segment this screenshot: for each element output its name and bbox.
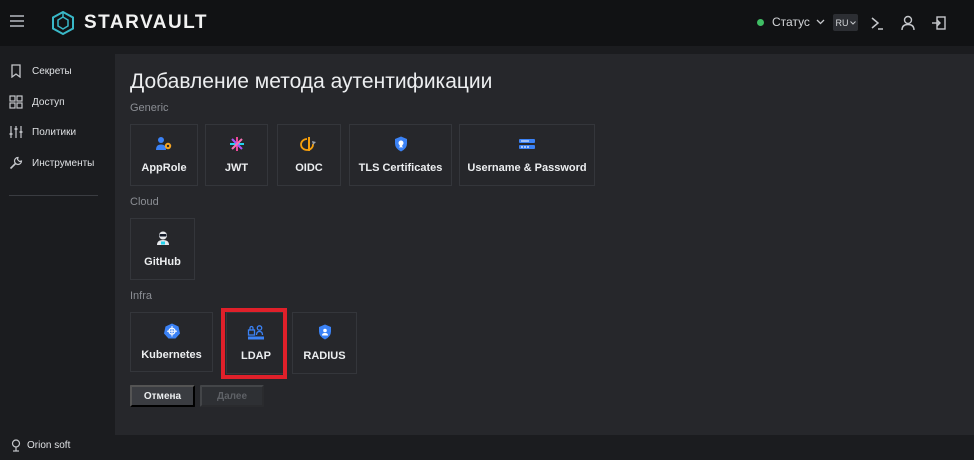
auth-method-username-password[interactable]: Username & Password [459, 124, 595, 186]
approle-icon [156, 137, 172, 150]
auth-method-label: RADIUS [303, 350, 346, 362]
auth-method-kubernetes[interactable]: Kubernetes [130, 312, 213, 372]
section-label-cloud: Cloud [130, 196, 159, 208]
sidebar-item-label: Секреты [32, 65, 72, 77]
language-label: RU [835, 17, 849, 28]
auth-method-ldap[interactable]: LDAP [226, 312, 286, 374]
auth-method-label: TLS Certificates [358, 162, 443, 174]
menu-icon[interactable] [10, 15, 24, 27]
oidc-icon [300, 137, 316, 151]
auth-method-label: Kubernetes [141, 349, 202, 361]
sidebar-item-tools[interactable]: Инструменты [9, 155, 94, 171]
org-footer: Orion soft [11, 439, 70, 452]
auth-method-oidc[interactable]: OIDC [277, 124, 341, 186]
status-label: Статус [772, 15, 810, 29]
user-icon[interactable] [899, 14, 917, 32]
section-label-infra: Infra [130, 290, 153, 302]
auth-method-label: LDAP [241, 350, 271, 362]
auth-method-jwt[interactable]: JWT [205, 124, 268, 186]
app-name: STARVAULT [84, 12, 208, 33]
github-icon [156, 231, 169, 245]
jwt-icon [229, 137, 244, 151]
sidebar-item-policies[interactable]: Политики [9, 124, 76, 140]
sidebar-item-label: Политики [32, 126, 77, 138]
auth-method-approle[interactable]: AppRole [130, 124, 198, 186]
org-logo-icon [11, 439, 21, 452]
next-button: Далее [200, 385, 264, 407]
sidebar-item-label: Инструменты [32, 157, 95, 169]
credentials-icon [519, 139, 535, 149]
cancel-button[interactable]: Отмена [130, 385, 195, 407]
section-label-generic: Generic [130, 102, 169, 114]
auth-method-label: Username & Password [467, 162, 587, 174]
top-bar: STARVAULT Статус RU [0, 0, 974, 46]
status-dropdown[interactable]: Статус [757, 15, 825, 29]
console-icon[interactable] [868, 14, 886, 32]
sidebar-item-access[interactable]: Доступ [9, 94, 65, 110]
auth-method-tls-certificates[interactable]: TLS Certificates [349, 124, 452, 186]
certificate-shield-icon [394, 136, 407, 152]
ldap-directory-icon [247, 325, 264, 340]
wrench-icon [9, 156, 23, 170]
sidebar-item-label: Доступ [32, 96, 65, 108]
app-logo[interactable]: STARVAULT [52, 11, 208, 35]
auth-method-label: AppRole [141, 162, 187, 174]
page-title: Добавление метода аутентификации [130, 70, 493, 93]
main-panel: Добавление метода аутентификации Generic… [115, 54, 974, 435]
bookmark-icon [11, 64, 21, 78]
language-selector[interactable]: RU [833, 14, 858, 31]
chevron-down-icon [816, 19, 825, 25]
auth-method-radius[interactable]: RADIUS [292, 312, 357, 374]
sidebar-divider [9, 195, 98, 196]
kubernetes-icon [163, 323, 180, 339]
sidebar-item-secrets[interactable]: Секреты [9, 63, 72, 79]
auth-method-github[interactable]: GitHub [130, 218, 195, 280]
radius-shield-icon [318, 324, 331, 340]
auth-method-label: JWT [224, 162, 249, 174]
grid-icon [9, 95, 23, 109]
sliders-icon [9, 126, 23, 138]
sidebar: Секреты Доступ Политики Инструменты Orio… [0, 46, 109, 460]
status-indicator-icon [757, 18, 764, 26]
org-name: Orion soft [27, 440, 71, 451]
auth-method-label: GitHub [144, 256, 181, 268]
chevron-down-icon [849, 20, 856, 25]
logo-icon [52, 11, 74, 35]
auth-method-label: OIDC [295, 162, 323, 174]
logout-icon[interactable] [930, 14, 948, 32]
